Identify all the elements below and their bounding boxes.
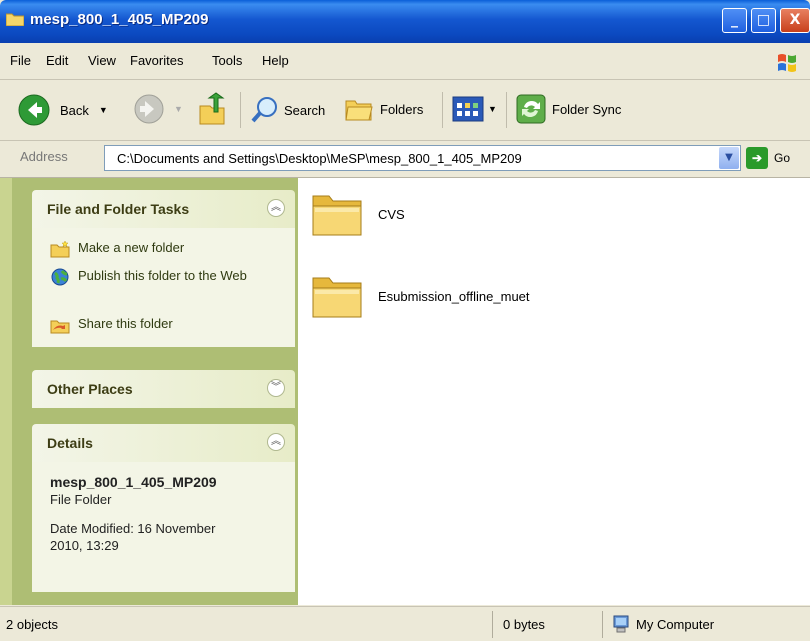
collapse-chevron-icon[interactable]: ︽	[267, 199, 285, 217]
details-modified: Date Modified: 16 November 2010, 13:29	[50, 521, 216, 553]
folders-icon	[345, 100, 373, 121]
up-folder-icon	[199, 92, 225, 125]
file-folder-tasks-body: Make a new folder Publish this folder to…	[32, 228, 295, 347]
window-title: mesp_800_1_405_MP209	[30, 11, 209, 28]
maximize-button[interactable]: □	[751, 8, 776, 33]
menu-view[interactable]: View	[88, 53, 116, 68]
forward-button[interactable]: ▼	[134, 94, 183, 124]
folder-sync-button[interactable]: Folder Sync	[516, 94, 621, 124]
publish-web-icon	[51, 268, 69, 286]
back-label: Back	[60, 102, 89, 118]
title-bar[interactable]: mesp_800_1_405_MP209 _ □ X	[0, 0, 810, 43]
share-folder-icon	[50, 320, 70, 334]
other-places-title: Other Places	[47, 381, 133, 397]
folder-name: Esubmission_offline_muet	[378, 288, 530, 304]
details-name: mesp_800_1_405_MP209	[50, 474, 217, 490]
collapse-chevron-icon[interactable]: ︽	[267, 433, 285, 451]
search-label: Search	[284, 102, 326, 118]
folder-icon	[312, 195, 362, 236]
back-button[interactable]: Back ▼	[18, 94, 108, 126]
status-object-count: 2 objects	[6, 617, 59, 632]
other-places-header[interactable]: Other Places ︾	[32, 370, 295, 408]
details-body: mesp_800_1_405_MP209 File Folder Date Mo…	[32, 462, 295, 592]
task-label: Share this folder	[78, 316, 173, 331]
minimize-button[interactable]: _	[722, 8, 747, 33]
my-computer-icon	[613, 615, 629, 633]
status-bar: 2 objects 0 bytes My Computer	[0, 606, 810, 641]
menu-favorites[interactable]: Favorites	[130, 53, 183, 68]
forward-arrow-icon	[134, 94, 164, 124]
search-button[interactable]: Search	[250, 95, 325, 125]
details-panel: Details ︽ mesp_800_1_405_MP209 File Fold…	[32, 424, 295, 592]
menu-edit[interactable]: Edit	[46, 53, 68, 68]
go-button[interactable]: ➔ Go	[746, 147, 790, 169]
task-label: Publish this folder to the Web	[78, 268, 247, 283]
status-size: 0 bytes	[503, 617, 545, 632]
task-share-folder[interactable]: Share this folder	[50, 316, 173, 334]
other-places-panel: Other Places ︾	[32, 370, 295, 408]
folder-item-cvs[interactable]: CVS	[310, 190, 405, 238]
file-folder-tasks-panel: File and Folder Tasks ︽ Make a new folde…	[32, 190, 295, 347]
search-icon	[251, 97, 277, 123]
close-button[interactable]: X	[780, 8, 810, 33]
new-folder-icon	[50, 240, 70, 258]
file-list: CVS Esubmission_offline_muet	[298, 178, 810, 605]
task-pane: File and Folder Tasks ︽ Make a new folde…	[0, 178, 298, 605]
expand-chevron-icon[interactable]: ︾	[267, 379, 285, 397]
address-dropdown-icon[interactable]: ▼	[719, 147, 739, 169]
explorer-window: mesp_800_1_405_MP209 _ □ X File Edit Vie…	[0, 0, 810, 641]
go-arrow-icon: ➔	[746, 147, 768, 169]
address-path: C:\Documents and Settings\Desktop\MeSP\m…	[117, 151, 522, 166]
details-type: File Folder	[50, 492, 112, 507]
up-folder-button[interactable]	[196, 92, 228, 126]
windows-logo-icon	[778, 54, 796, 72]
task-make-new-folder[interactable]: Make a new folder	[50, 240, 184, 258]
folder-sync-icon	[516, 94, 546, 124]
file-folder-tasks-title: File and Folder Tasks	[47, 201, 190, 217]
folders-label: Folders	[380, 101, 424, 117]
folder-name: CVS	[378, 206, 405, 222]
address-label: Address	[20, 149, 68, 164]
menu-bar: File Edit View Favorites Tools Help	[0, 43, 810, 80]
folders-button[interactable]: Folders	[344, 95, 423, 123]
task-publish-web[interactable]: Publish this folder to the Web	[50, 268, 250, 286]
views-button[interactable]: ▼	[452, 96, 497, 122]
task-label: Make a new folder	[78, 240, 185, 255]
folder-item-esubmission[interactable]: Esubmission_offline_muet	[310, 272, 530, 320]
toolbar: Back ▼ ▼ Search Folders ▼ Folder Sync	[0, 80, 810, 141]
back-arrow-icon	[18, 94, 50, 126]
menu-help[interactable]: Help	[262, 53, 289, 68]
file-folder-tasks-header[interactable]: File and Folder Tasks ︽	[32, 190, 295, 228]
views-icon	[452, 96, 484, 122]
forward-dropdown-icon[interactable]: ▼	[174, 104, 183, 114]
status-location: My Computer	[636, 617, 715, 632]
details-header[interactable]: Details ︽	[32, 424, 295, 462]
views-dropdown-icon[interactable]: ▼	[488, 104, 497, 114]
address-input[interactable]: C:\Documents and Settings\Desktop\MeSP\m…	[104, 145, 741, 171]
go-label: Go	[774, 151, 791, 165]
menu-file[interactable]: File	[10, 53, 31, 68]
address-bar: Address C:\Documents and Settings\Deskto…	[0, 141, 810, 178]
details-title: Details	[47, 435, 93, 451]
back-dropdown-icon[interactable]: ▼	[99, 105, 108, 115]
folder-icon	[312, 277, 362, 318]
folder-sync-label: Folder Sync	[552, 101, 622, 117]
menu-tools[interactable]: Tools	[212, 53, 242, 68]
folder-icon	[6, 13, 24, 26]
